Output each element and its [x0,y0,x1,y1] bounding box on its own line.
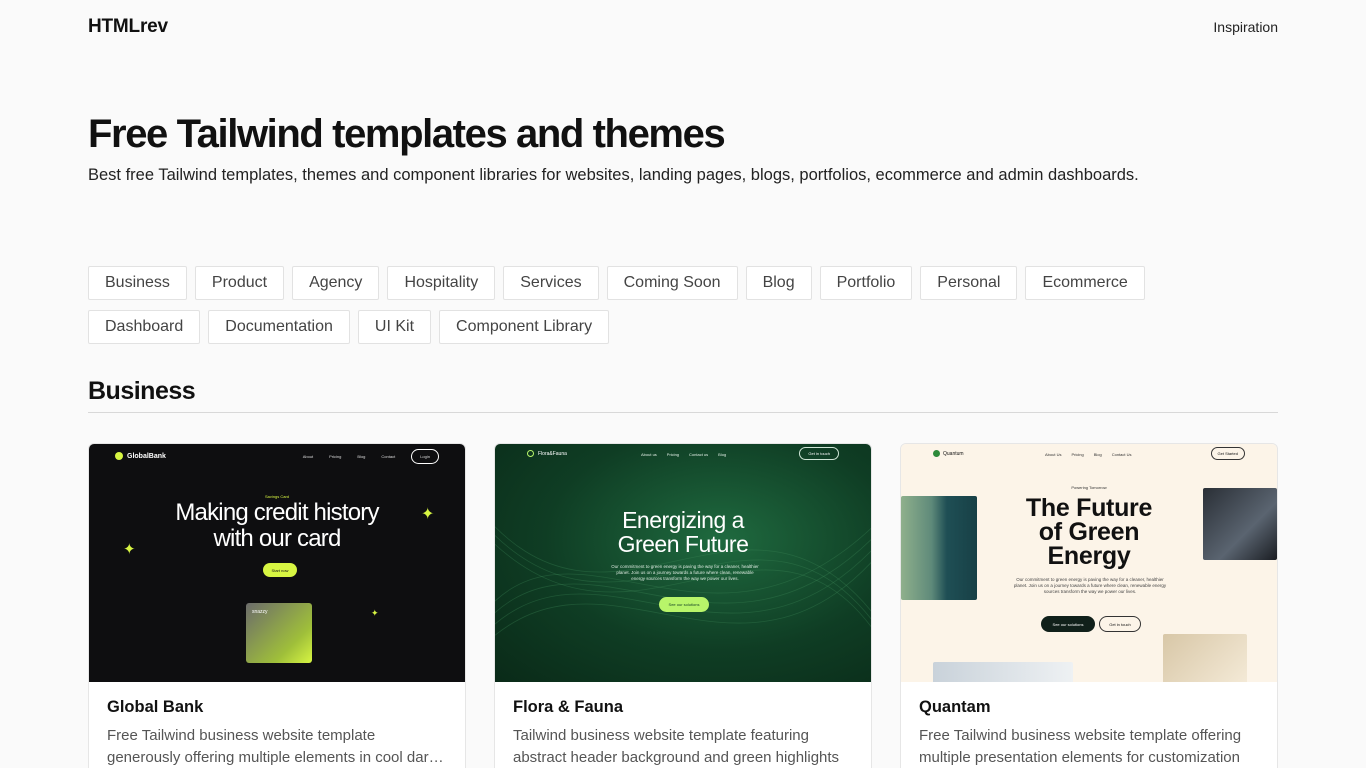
filter-personal[interactable]: Personal [920,266,1018,300]
thumb-eyebrow: Powering Tomorrow [1071,485,1107,490]
filter-coming-soon[interactable]: Coming Soon [606,266,738,300]
thumb-headline: Making credit history with our card [175,499,379,552]
logo-mark-icon [115,452,123,460]
abstract-lines-graphic [495,525,871,637]
filter-ecommerce[interactable]: Ecommerce [1025,266,1145,300]
filter-business[interactable]: Business [88,266,187,300]
filter-portfolio[interactable]: Portfolio [819,266,913,300]
thumb-nav: About Us Pricing Blog Contact Us [1045,452,1132,457]
card-description: Free Tailwind business website template … [107,727,447,766]
template-card-flora-fauna[interactable]: Flora&Fauna About us Pricing Contact us … [494,443,872,768]
thumb-secondary-button: Get in touch [1099,616,1141,632]
filter-component-library[interactable]: Component Library [439,310,610,344]
thumb-nav: About Pricing Blog Contact Login [303,449,439,464]
section-title: Business [88,377,196,405]
card-body: Global Bank Free Tailwind business websi… [89,682,465,768]
thumb-primary-button: See our solutions [1041,616,1095,632]
thumb-pill: Get in touch [799,447,839,460]
filter-hospitality[interactable]: Hospitality [387,266,496,300]
template-card-quantam[interactable]: Quantum About Us Pricing Blog Contact Us… [900,443,1278,768]
thumb-cta: See our solutions [659,597,709,612]
template-card-global-bank[interactable]: GlobalBank About Pricing Blog Contact Lo… [88,443,466,768]
filter-services[interactable]: Services [503,266,599,300]
photo-landscape [933,662,1073,682]
thumb-logo: Flora&Fauna [527,450,567,457]
card-title[interactable]: Quantam [919,698,1259,717]
thumb-headline: The Future of Green Energy [1025,494,1153,570]
category-filters: Business Product Agency Hospitality Serv… [88,266,1198,344]
sparkle-icon: ✦ [421,506,435,523]
sparkle-icon: ✦ [371,608,379,618]
thumb-headline: Energizing a Green Future [617,507,749,557]
nav-link-inspiration[interactable]: Inspiration [1213,19,1278,35]
page-subtitle: Best free Tailwind templates, themes and… [88,166,1139,184]
filter-ui-kit[interactable]: UI Kit [357,310,432,344]
filter-agency[interactable]: Agency [292,266,380,300]
card-description: Tailwind business website template featu… [513,727,840,766]
thumb-logo: Quantum [933,450,964,457]
page-title: Free Tailwind templates and themes [88,112,726,156]
filter-blog[interactable]: Blog [745,266,812,300]
thumb-paragraph: Our commitment to green energy is paving… [1013,577,1167,594]
thumb-nav: About us Pricing Contact us Blog [641,452,727,457]
thumb-cta: Start now [263,563,297,577]
template-thumbnail[interactable]: GlobalBank About Pricing Blog Contact Lo… [89,444,465,682]
card-title[interactable]: Flora & Fauna [513,698,853,717]
photo-house [1163,634,1247,682]
card-body: Flora & Fauna Tailwind business website … [495,682,871,768]
logo-mark-icon [933,450,940,457]
template-thumbnail[interactable]: Quantum About Us Pricing Blog Contact Us… [901,444,1277,682]
thumb-logo: GlobalBank [115,452,166,460]
thumb-paragraph: Our commitment to green energy is paving… [611,564,759,581]
card-description: Free Tailwind business website template … [919,727,1242,766]
section-divider [88,412,1278,413]
template-thumbnail[interactable]: Flora&Fauna About us Pricing Contact us … [495,444,871,682]
credit-card-graphic: snazzy [246,603,312,663]
card-title[interactable]: Global Bank [107,698,447,717]
filter-product[interactable]: Product [194,266,285,300]
logo-mark-icon [527,450,534,457]
top-bar: HTMLrev Inspiration [88,14,1278,40]
card-body: Quantam Free Tailwind business website t… [901,682,1277,768]
site-logo[interactable]: HTMLrev [88,16,168,38]
sparkle-icon: ✦ [123,541,136,558]
filter-dashboard[interactable]: Dashboard [88,310,201,344]
filter-documentation[interactable]: Documentation [208,310,350,344]
thumb-pill: Get Started [1210,447,1245,460]
